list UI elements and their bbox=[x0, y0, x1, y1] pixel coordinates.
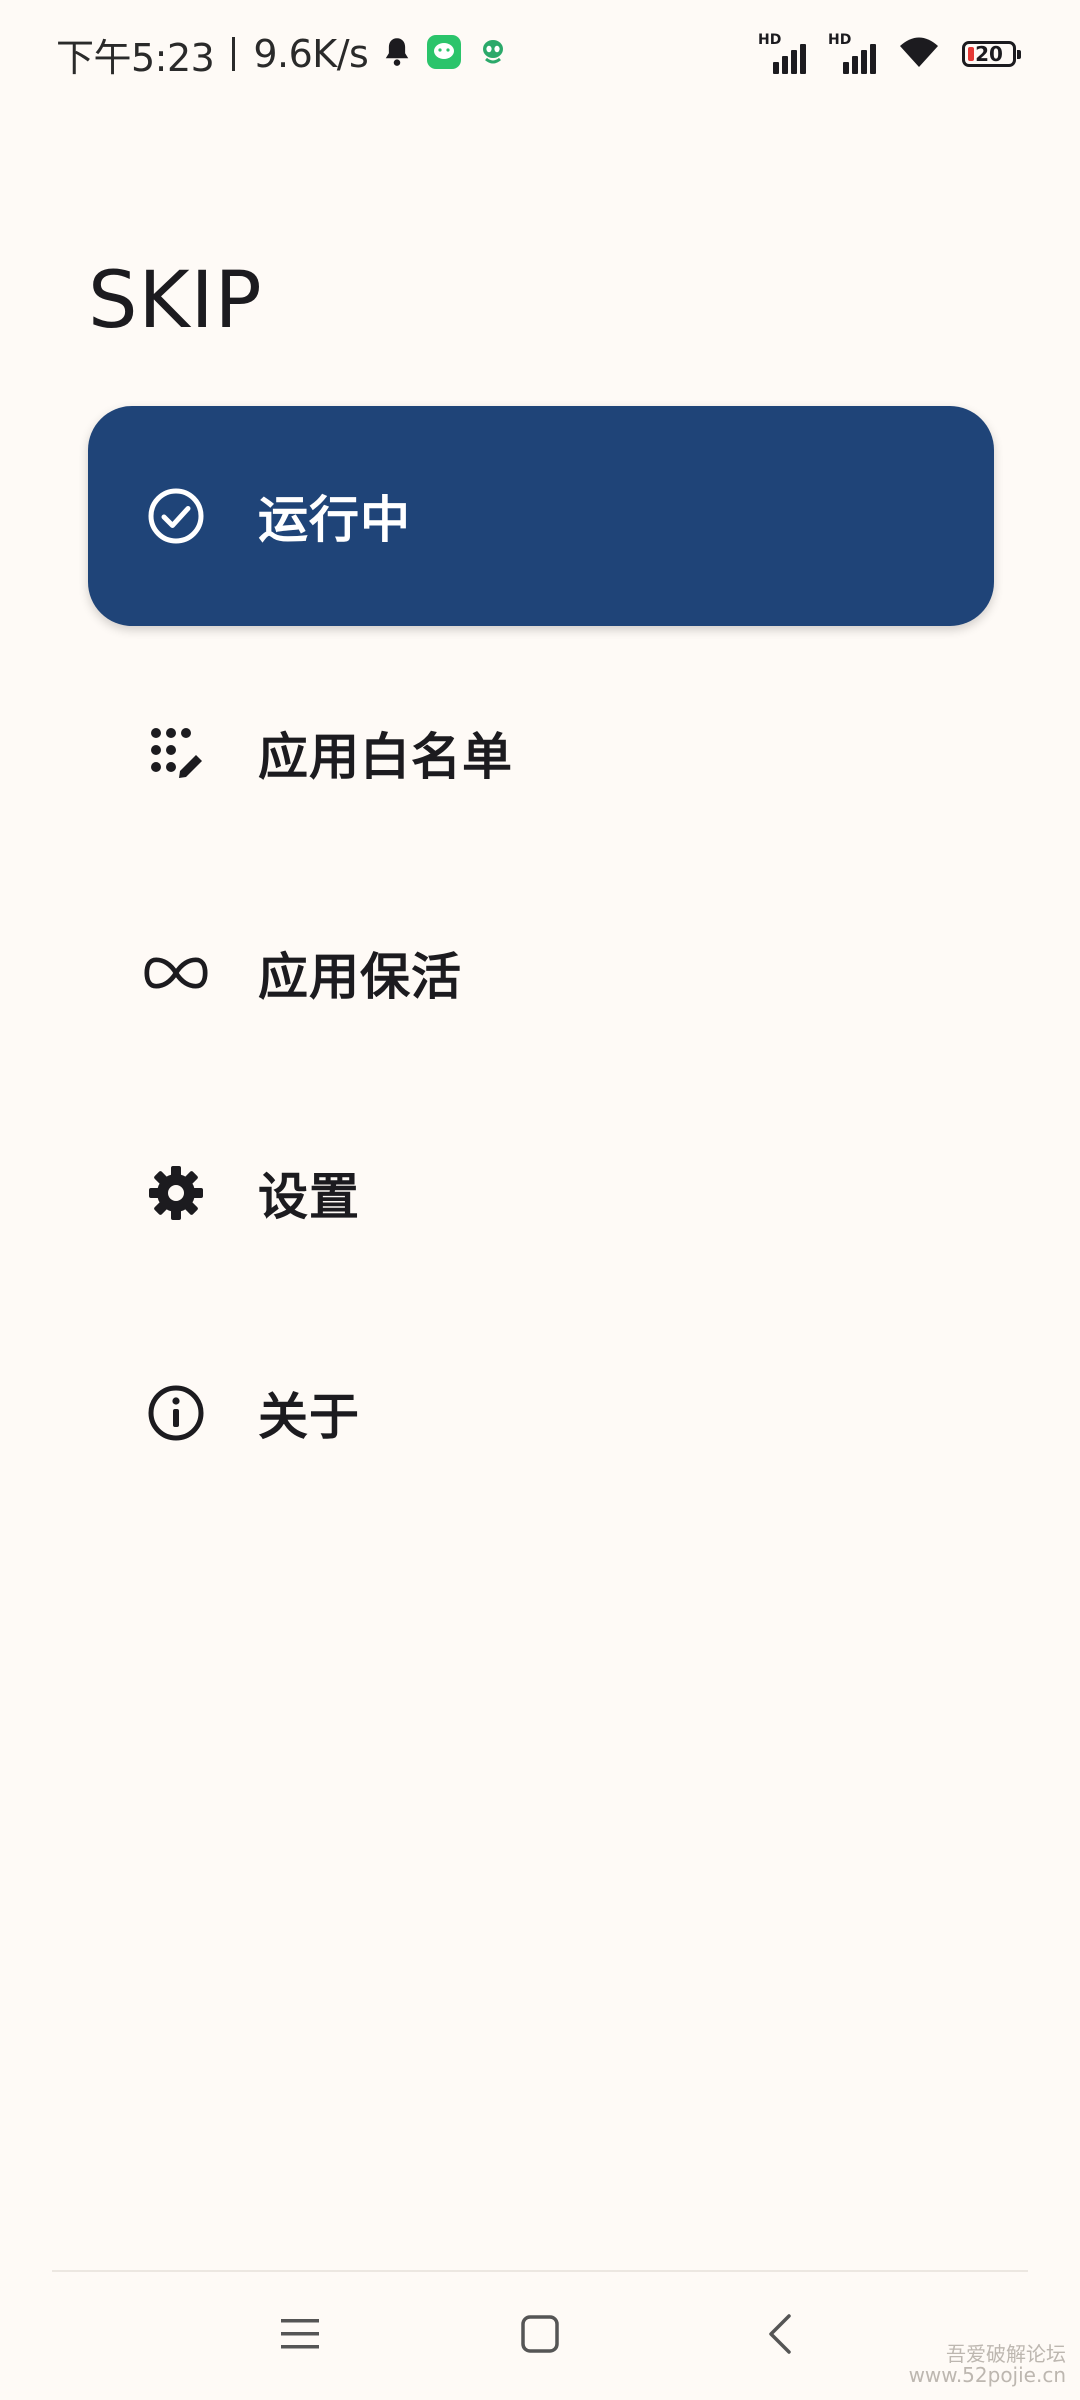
chat-app-icon bbox=[426, 34, 462, 74]
nav-item-label: 设置 bbox=[258, 1168, 360, 1226]
info-icon bbox=[144, 1381, 208, 1445]
watermark-line-1: 吾爱破解论坛 bbox=[946, 2342, 1066, 2366]
status-separator bbox=[232, 37, 236, 71]
back-button[interactable] bbox=[740, 2296, 820, 2376]
alien-app-icon bbox=[476, 35, 510, 73]
battery-percent: 20 bbox=[975, 42, 1003, 66]
nav-item-about[interactable]: 关于 bbox=[88, 1303, 994, 1523]
nav-item-label: 应用白名单 bbox=[258, 728, 513, 786]
bell-icon bbox=[382, 35, 412, 73]
nav-item-app-whitelist[interactable]: 应用白名单 bbox=[88, 643, 994, 863]
app-title: SKIP bbox=[88, 256, 263, 346]
signal-2-icon: HD bbox=[828, 32, 876, 74]
home-button[interactable] bbox=[500, 2296, 580, 2376]
watermark: 吾爱破解论坛 www.52pojie.cn bbox=[909, 2344, 1066, 2386]
network-speed: 9.6K/s bbox=[253, 32, 369, 76]
apps-edit-icon bbox=[144, 721, 208, 785]
nav-item-label: 关于 bbox=[258, 1388, 360, 1446]
status-bar: 下午5:23 9.6K/s HD HD 20 bbox=[0, 0, 1080, 108]
watermark-line-2: www.52pojie.cn bbox=[908, 2363, 1066, 2387]
home-icon bbox=[520, 2314, 560, 2358]
nav-item-running[interactable]: 运行中 bbox=[88, 406, 994, 626]
status-left: 下午5:23 9.6K/s bbox=[56, 28, 510, 80]
navigation-drawer: 运行中 应用白名单 应用保活 设置 关于 bbox=[88, 406, 994, 1523]
status-time: 下午5:23 bbox=[56, 35, 215, 80]
signal-1-icon: HD bbox=[758, 32, 806, 74]
menu-icon bbox=[279, 2316, 321, 2356]
nav-item-settings[interactable]: 设置 bbox=[88, 1083, 994, 1303]
battery-level-fill bbox=[968, 47, 974, 61]
check-circle-icon bbox=[144, 484, 208, 548]
nav-item-app-keepalive[interactable]: 应用保活 bbox=[88, 863, 994, 1083]
nav-item-label: 运行中 bbox=[258, 491, 411, 549]
menu-button[interactable] bbox=[260, 2296, 340, 2376]
nav-item-label: 应用保活 bbox=[258, 948, 462, 1006]
back-icon bbox=[765, 2312, 795, 2360]
gear-icon bbox=[144, 1161, 208, 1225]
battery-icon: 20 bbox=[962, 41, 1021, 67]
infinity-icon bbox=[144, 941, 208, 1005]
wifi-icon bbox=[898, 35, 940, 73]
status-right: HD HD 20 bbox=[758, 30, 1021, 78]
